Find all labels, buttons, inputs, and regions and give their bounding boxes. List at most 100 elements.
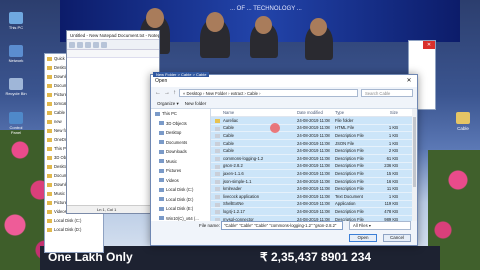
file-row[interactable]: log4j-1.2.17 24-08-2019 11:08 Description … [211, 208, 417, 216]
file-date: 24-08-2019 11:08 [297, 170, 330, 176]
sidebar-item[interactable]: Downloads [151, 147, 210, 157]
toolbar-icon[interactable] [93, 42, 99, 48]
file-name: livecock application [223, 193, 260, 199]
search-input[interactable]: Search Cable [361, 89, 413, 97]
column-date[interactable]: Date modified [297, 110, 335, 115]
file-icon [215, 141, 220, 146]
toolbar-icon[interactable] [101, 42, 107, 48]
file-row[interactable]: gson-2.8.2 24-08-2019 11:08 Description Fi… [211, 162, 417, 171]
desktop-icon-this-pc[interactable]: This PC [4, 12, 28, 30]
file-name: Cable [223, 132, 234, 138]
folder-icon [159, 178, 164, 183]
desktop-icon-network[interactable]: Network [4, 45, 28, 63]
desktop-icon-cable[interactable]: Cable [452, 112, 474, 131]
column-name[interactable]: Name [211, 110, 297, 115]
file-date: 24-08-2019 11:08 [297, 193, 330, 199]
folder-icon [47, 200, 52, 205]
sidebar-item[interactable]: Desktop [151, 128, 210, 138]
folder-icon [47, 182, 52, 187]
file-name: Aureliac [223, 117, 239, 123]
desktop-icon-label: Cable [457, 126, 469, 131]
folder-icon [47, 101, 52, 106]
sidebar-item[interactable]: Documents [151, 138, 210, 148]
open-button[interactable]: Open [349, 234, 377, 242]
column-size[interactable]: Size [377, 110, 401, 115]
sidebar-item[interactable]: Local Disk (C:) [151, 185, 210, 195]
file-icon [215, 126, 220, 131]
file-row[interactable]: Cable 24-08-2019 11:08 Description File 2 K… [211, 147, 417, 155]
file-name: json-simple-1.1 [223, 178, 252, 184]
nav-item[interactable]: Local Disk (C:) [45, 216, 103, 225]
sidebar-item[interactable]: Videos [151, 176, 210, 186]
file-row[interactable]: jaxen-1.1.6 24-08-2019 11:08 Description F… [211, 170, 417, 178]
toolbar-icon[interactable] [77, 42, 83, 48]
toolbar-icon[interactable] [85, 42, 91, 48]
file-list[interactable]: Name Date modified Type Size Aureliac 24-… [211, 109, 417, 221]
file-row[interactable]: Cable 24-08-2019 11:08 Description File 1 K… [211, 132, 417, 140]
dialog-body: This PC 3D Objects Desktop Documents Downloa… [151, 109, 417, 221]
sidebar-item[interactable]: Music [151, 157, 210, 167]
file-type: Description File [335, 186, 364, 192]
sidebar-item-label: Videos [166, 177, 179, 183]
file-row[interactable]: Cable 24-08-2019 11:08 HTML File 1 KB [211, 124, 417, 133]
file-date: 24-08-2019 11:08 [297, 117, 330, 123]
file-row[interactable]: json-simple-1.1 24-08-2019 11:08 Descripti… [211, 177, 417, 186]
file-date: 24-08-2019 11:08 [297, 148, 330, 154]
organize-button[interactable]: Organize ▾ [157, 101, 179, 107]
sidebar-item[interactable]: Pictures [151, 166, 210, 176]
network-icon [9, 45, 23, 57]
sidebar-item[interactable]: 3D Objects [151, 119, 210, 129]
file-name-input[interactable]: "Cable" "Cable" "Cable" "commons-logging… [221, 221, 343, 230]
notepad-status: Ln 1, Col 1 [67, 205, 159, 213]
folder-icon [159, 187, 164, 192]
file-icon [215, 156, 220, 161]
sidebar-item-label: Desktop [166, 130, 182, 136]
nav-item-label: Videos [54, 209, 67, 214]
file-row[interactable]: Aureliac 24-08-2019 11:08 File folder [211, 117, 417, 125]
sidebar-item[interactable]: Local Disk (E:) [151, 204, 210, 214]
sidebar-item[interactable]: This PC [151, 109, 210, 119]
column-type[interactable]: Type [335, 110, 377, 115]
close-icon[interactable]: ✕ [401, 76, 417, 86]
folder-icon [47, 191, 52, 196]
folder-icon [47, 164, 52, 169]
open-file-dialog[interactable]: New Folder > Cable > Cable Open ✕ ← → ↑ … [150, 72, 418, 246]
file-date: 24-08-2019 11:08 [297, 163, 330, 169]
desktop-icon-control-panel[interactable]: Control Panel [4, 112, 28, 135]
file-type: Description File [335, 155, 364, 161]
file-size: 15 KB [386, 170, 398, 176]
nav-item-label: new [54, 119, 62, 124]
close-icon[interactable]: ✕ [423, 41, 435, 49]
folder-icon [159, 121, 164, 126]
file-row[interactable]: ShellExtNe 24-08-2019 11:08 Application 119… [211, 200, 417, 209]
folder-icon [47, 155, 52, 160]
file-icon [215, 134, 220, 139]
file-type: Application [335, 201, 356, 207]
cancel-button[interactable]: Cancel [383, 234, 411, 242]
back-arrow-icon[interactable]: ← [155, 90, 161, 96]
sidebar-item-label: Local Disk (D:) [166, 196, 194, 202]
navigation-pane[interactable]: This PC 3D Objects Desktop Documents Downloa… [151, 109, 211, 221]
up-arrow-icon[interactable]: ↑ [173, 90, 176, 96]
file-row[interactable]: kmlreader 24-08-2019 11:08 Description Fil… [211, 185, 417, 193]
file-row[interactable]: Cable 24-08-2019 11:08 JSON File 1 KB [211, 139, 417, 148]
sidebar-item-label: This PC [162, 111, 177, 117]
forward-arrow-icon[interactable]: → [164, 90, 170, 96]
address-bar[interactable]: « Desktop › New Folder › extract › Cable… [179, 89, 358, 97]
scrollbar-thumb[interactable] [413, 117, 416, 187]
file-type-filter[interactable]: All Files ▾ [349, 221, 411, 230]
nav-item-label: Local Disk (D:) [54, 227, 82, 232]
nav-item[interactable]: Local Disk (D:) [45, 225, 103, 234]
file-name: ShellExtNe [223, 201, 244, 207]
toolbar-icon[interactable] [69, 42, 75, 48]
notepad-window[interactable]: Untitled - New Notepad Document.txt - No… [66, 30, 160, 214]
new-folder-button[interactable]: New folder [185, 101, 207, 106]
file-type-filter-value: All Files [353, 223, 368, 228]
desktop-icon-recycle-bin[interactable]: Recycle Bin [4, 78, 28, 96]
file-row[interactable]: commons-logging-1.2 24-08-2019 11:08 Descr… [211, 154, 417, 163]
vertical-scrollbar[interactable] [412, 109, 417, 221]
file-row[interactable]: livecock application 24-08-2019 11:08 Text… [211, 192, 417, 201]
file-size: 236 KB [384, 163, 398, 169]
sidebar-item[interactable]: Local Disk (D:) [151, 195, 210, 205]
file-date: 24-08-2019 11:08 [297, 155, 330, 161]
